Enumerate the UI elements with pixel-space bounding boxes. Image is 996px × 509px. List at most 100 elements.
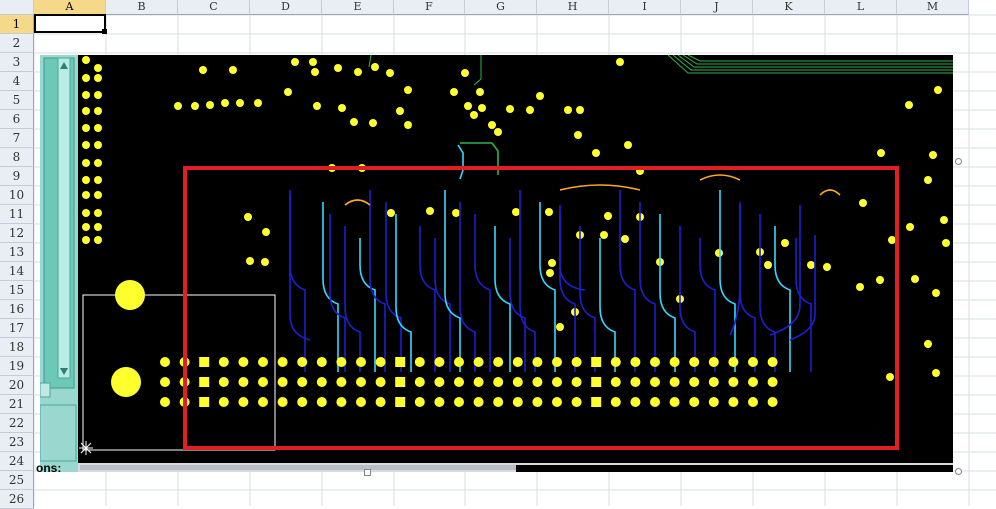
connector-pad	[728, 377, 739, 387]
connector-pad	[277, 377, 288, 387]
row-header-5[interactable]: 5	[0, 91, 34, 110]
column-header-e[interactable]: E	[322, 0, 394, 15]
via-pad	[461, 69, 469, 77]
connector-pad	[414, 397, 425, 407]
connector-pad	[356, 397, 366, 407]
connector-pad	[454, 397, 464, 407]
resize-handle-bottom[interactable]	[364, 469, 371, 476]
select-all-corner[interactable]	[0, 0, 34, 15]
column-header-b[interactable]: B	[106, 0, 178, 15]
connector-pad	[552, 397, 562, 407]
row-header-24[interactable]: 24	[0, 452, 34, 471]
via-pad	[574, 131, 582, 139]
row-header-21[interactable]: 21	[0, 395, 34, 414]
row-header-13[interactable]: 13	[0, 243, 34, 262]
via-pad	[94, 64, 102, 72]
row-header-10[interactable]: 10	[0, 186, 34, 205]
active-cell-a1[interactable]	[34, 14, 106, 33]
via-pad	[82, 236, 90, 244]
column-header-g[interactable]: G	[465, 0, 537, 15]
via-pad	[621, 235, 629, 243]
column-header-h[interactable]: H	[537, 0, 609, 15]
connector-pad	[375, 397, 386, 407]
row-header-22[interactable]: 22	[0, 414, 34, 433]
connector-pad	[571, 397, 582, 407]
via-pad	[94, 74, 102, 82]
fill-handle[interactable]	[102, 29, 107, 34]
via-pad	[94, 236, 102, 244]
column-header-c[interactable]: C	[178, 0, 250, 15]
row-header-9[interactable]: 9	[0, 167, 34, 186]
row-header-15[interactable]: 15	[0, 281, 34, 300]
row-header-16[interactable]: 16	[0, 300, 34, 319]
column-header-m[interactable]: M	[897, 0, 969, 15]
row-header-3[interactable]: 3	[0, 53, 34, 72]
row-header-25[interactable]: 25	[0, 471, 34, 490]
row-header-7[interactable]: 7	[0, 129, 34, 148]
row-header-4[interactable]: 4	[0, 72, 34, 91]
via-pad	[387, 209, 395, 217]
resize-handle-bottom-right[interactable]	[955, 468, 962, 475]
row-header-12[interactable]: 12	[0, 224, 34, 243]
row-header-23[interactable]: 23	[0, 433, 34, 452]
via-pad	[82, 107, 90, 115]
row-header-6[interactable]: 6	[0, 110, 34, 129]
row-header-11[interactable]: 11	[0, 205, 34, 224]
resize-handle-right[interactable]	[955, 158, 962, 165]
connector-pad	[454, 377, 464, 387]
connector-pad	[336, 397, 347, 407]
column-header-l[interactable]: L	[825, 0, 897, 15]
connector-pad	[434, 357, 445, 367]
via-pad	[244, 213, 252, 221]
connector-pad	[297, 357, 308, 367]
via-pad	[309, 58, 317, 66]
connector-pad	[689, 377, 700, 387]
row-header-2[interactable]: 2	[0, 34, 34, 53]
via-pad	[236, 99, 244, 107]
connector-pad	[650, 397, 660, 407]
row-header-1[interactable]: 1	[0, 15, 34, 34]
square-pad	[395, 397, 406, 407]
connector-pad	[650, 377, 660, 387]
pcb-layout-picture[interactable]	[40, 55, 959, 472]
connector-pad	[297, 397, 308, 407]
column-header-i[interactable]: I	[609, 0, 681, 15]
via-pad	[807, 261, 815, 269]
row-header-20[interactable]: 20	[0, 376, 34, 395]
via-pad	[82, 209, 90, 217]
via-pad	[564, 106, 572, 114]
connector-pad	[238, 377, 249, 387]
square-pad	[591, 377, 602, 387]
via-pad	[616, 58, 624, 66]
column-header-j[interactable]: J	[681, 0, 753, 15]
panel-scroll-thumb	[57, 57, 71, 379]
connector-pad	[493, 377, 504, 387]
column-header-f[interactable]: F	[394, 0, 465, 15]
row-header-17[interactable]: 17	[0, 319, 34, 338]
connector-pad	[708, 357, 719, 367]
connector-pad	[767, 377, 778, 387]
via-pad	[261, 258, 269, 266]
connector-pad	[610, 397, 621, 407]
via-pad	[470, 111, 478, 119]
connector-pad	[414, 357, 425, 367]
row-header-18[interactable]: 18	[0, 338, 34, 357]
column-header-k[interactable]: K	[753, 0, 825, 15]
connector-pad	[356, 357, 366, 367]
connector-pad	[493, 397, 504, 407]
row-header-19[interactable]: 19	[0, 357, 34, 376]
via-pad	[221, 99, 229, 107]
via-pad	[94, 209, 102, 217]
connector-pad	[630, 377, 641, 387]
row-header-14[interactable]: 14	[0, 262, 34, 281]
via-pad	[886, 373, 894, 381]
connector-pad	[512, 377, 523, 387]
column-header-a[interactable]: A	[34, 0, 106, 15]
row-header-26[interactable]: 26	[0, 490, 34, 509]
row-header-8[interactable]: 8	[0, 148, 34, 167]
connector-pad	[434, 397, 445, 407]
connector-pad	[728, 397, 739, 407]
column-header-d[interactable]: D	[250, 0, 322, 15]
connector-pad	[258, 357, 268, 367]
connector-pad	[610, 357, 621, 367]
